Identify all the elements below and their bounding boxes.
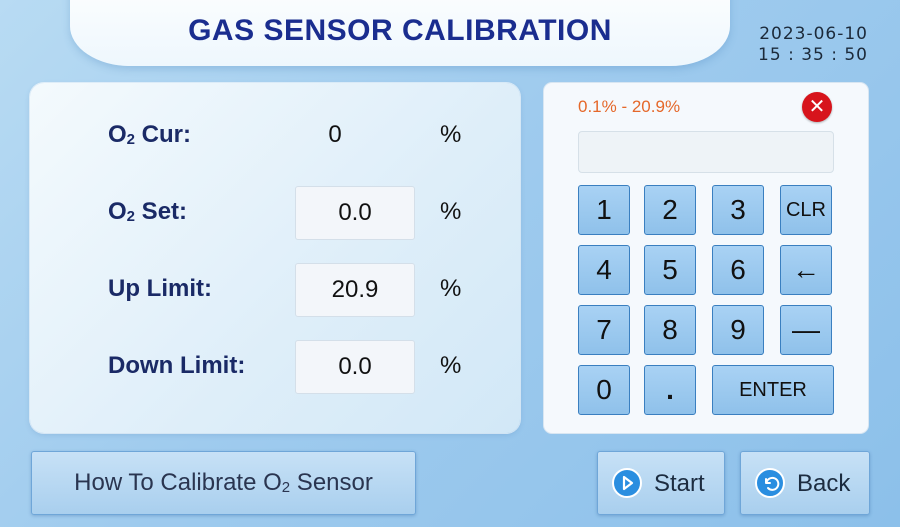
- down-limit-row: Down Limit: 0.0 %: [30, 338, 520, 394]
- up-limit-row: Up Limit: 20.9 %: [30, 261, 520, 317]
- key-0[interactable]: 0: [578, 365, 630, 415]
- key-2[interactable]: 2: [644, 185, 696, 235]
- backspace-button[interactable]: ←: [780, 245, 832, 295]
- page-title: GAS SENSOR CALIBRATION: [188, 14, 612, 47]
- start-button[interactable]: Start: [597, 451, 725, 515]
- calibration-form-panel: O2 Cur: 0 % O2 Set: 0.0 % Up Limit: 20.9…: [30, 83, 520, 433]
- date-text: 2023-06-10: [759, 24, 868, 44]
- key-9[interactable]: 9: [712, 305, 764, 355]
- enter-button[interactable]: ENTER: [712, 365, 834, 415]
- start-label: Start: [654, 470, 705, 497]
- key-5[interactable]: 5: [644, 245, 696, 295]
- o2-current-label: O2 Cur:: [108, 121, 192, 148]
- how-to-label-sub: 2: [281, 479, 291, 496]
- o2-set-unit: %: [440, 198, 462, 225]
- back-label: Back: [797, 470, 851, 497]
- how-to-calibrate-button[interactable]: How To Calibrate O2 Sensor: [31, 451, 416, 515]
- how-to-label-prefix: How To Calibrate O: [74, 469, 282, 496]
- minus-button[interactable]: —: [780, 305, 832, 355]
- o2-set-label: O2 Set:: [108, 198, 188, 225]
- key-4[interactable]: 4: [578, 245, 630, 295]
- down-limit-field[interactable]: 0.0: [295, 340, 415, 394]
- o2-current-unit: %: [440, 121, 462, 148]
- up-limit-unit: %: [440, 275, 462, 302]
- clear-button[interactable]: CLR: [780, 185, 832, 235]
- down-limit-unit: %: [440, 352, 462, 379]
- key-7[interactable]: 7: [578, 305, 630, 355]
- o2-set-field[interactable]: 0.0: [295, 186, 415, 240]
- decimal-point-key[interactable]: .: [644, 365, 696, 415]
- key-6[interactable]: 6: [712, 245, 764, 295]
- back-button[interactable]: Back: [740, 451, 870, 515]
- undo-arrow-icon: [755, 468, 785, 498]
- time-text: 15 : 35 : 50: [758, 45, 868, 65]
- key-8[interactable]: 8: [644, 305, 696, 355]
- how-to-label-suffix: Sensor: [290, 469, 373, 496]
- key-1[interactable]: 1: [578, 185, 630, 235]
- up-limit-label: Up Limit:: [108, 275, 212, 302]
- o2-set-row: O2 Set: 0.0 %: [30, 184, 520, 240]
- keypad-entry-field[interactable]: [578, 131, 834, 173]
- down-limit-label: Down Limit:: [108, 352, 246, 379]
- numeric-keypad-panel: 0.1% - 20.9% ✕ 1 2 3 CLR 4 5 6 ← 7 8 9 —…: [544, 83, 868, 433]
- datetime-display: 2023-06-10 15 : 35 : 50: [758, 24, 868, 66]
- range-hint: 0.1% - 20.9%: [578, 97, 681, 116]
- o2-current-row: O2 Cur: 0 %: [30, 107, 520, 163]
- play-icon: [612, 468, 642, 498]
- close-icon[interactable]: ✕: [802, 92, 832, 122]
- up-limit-field[interactable]: 20.9: [295, 263, 415, 317]
- o2-current-value: 0: [328, 121, 342, 148]
- key-3[interactable]: 3: [712, 185, 764, 235]
